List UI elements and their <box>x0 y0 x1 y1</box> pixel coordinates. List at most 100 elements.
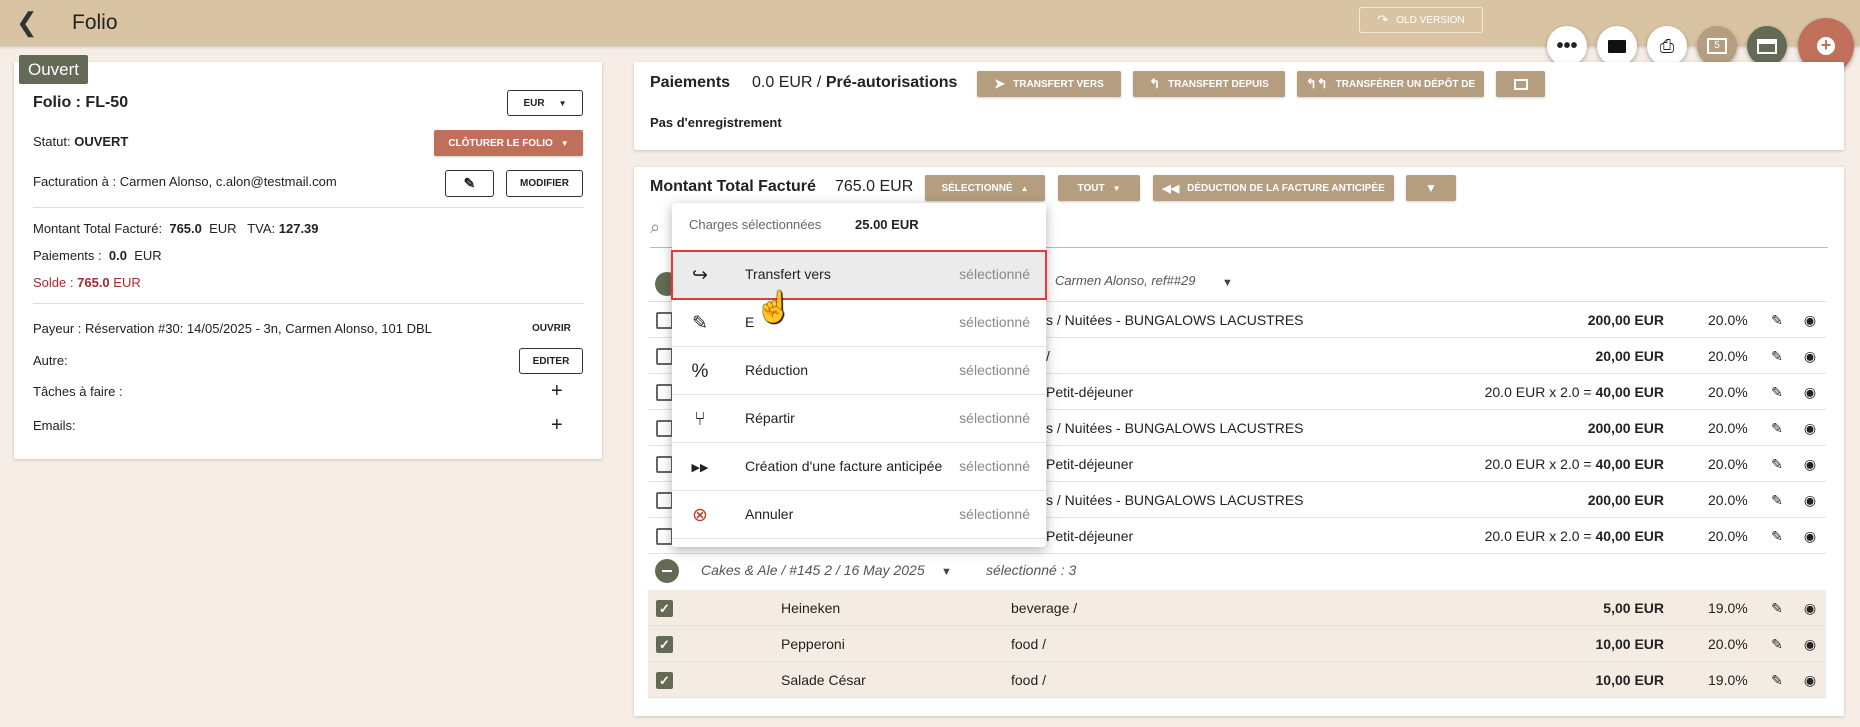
emails-label: Emails: <box>33 418 76 433</box>
add-task-icon[interactable]: + <box>551 380 563 403</box>
other-label: Autre: <box>33 353 68 368</box>
eye-icon[interactable]: ◉ <box>1801 491 1819 509</box>
row-name: Salade César <box>781 672 866 688</box>
pencil-icon[interactable]: ✎ <box>1768 671 1786 689</box>
menu-item[interactable]: % Réduction sélectionné <box>672 347 1046 395</box>
more-dots-icon: ••• <box>1556 34 1578 57</box>
pencil-icon: ✎ <box>463 175 476 191</box>
table-row[interactable]: ✓ Heineken beverage / 5,00 EUR 19.0% ✎ ◉ <box>648 590 1826 626</box>
printer-icon: ⎙ <box>1659 35 1675 56</box>
pencil-icon[interactable]: ✎ <box>1768 491 1786 509</box>
transfer-deposit-button[interactable]: ↰↰ TRANSFÉRER UN DÉPÔT DE <box>1297 71 1484 97</box>
row-description: s / Nuitées - BUNGALOWS LACUSTRES <box>1046 420 1304 436</box>
open-reservation-link[interactable]: OUVRIR <box>532 323 571 334</box>
menu-item-label: Annuler <box>745 506 794 522</box>
row-checkbox[interactable] <box>656 312 673 329</box>
row-checkbox-checked[interactable]: ✓ <box>656 636 673 653</box>
filter-icon: ▼ <box>1425 181 1437 195</box>
pencil-icon[interactable]: ✎ <box>1768 383 1786 401</box>
eye-icon[interactable]: ◉ <box>1801 635 1819 653</box>
row-calc: 200,00 EUR <box>1587 492 1664 508</box>
currency-select[interactable]: EUR ▼ <box>507 90 583 116</box>
row-checkbox[interactable] <box>656 456 673 473</box>
pencil-icon[interactable]: ✎ <box>1768 527 1786 545</box>
row-checkbox[interactable] <box>656 492 673 509</box>
row-checkbox[interactable] <box>656 528 673 545</box>
row-calc: 20.0 EUR x 2.0 = 40,00 EUR <box>1484 384 1664 400</box>
row-tax: 20.0% <box>1708 420 1748 436</box>
row-amount: 10,00 EUR <box>1595 636 1664 652</box>
menu-item[interactable]: ▶▶ Création d'une facture anticipée séle… <box>672 443 1046 491</box>
pencil-icon[interactable]: ✎ <box>1768 419 1786 437</box>
close-folio-button[interactable]: CLÔTURER LE FOLIO ▼ <box>434 130 583 156</box>
row-category: beverage / <box>1011 600 1078 616</box>
modify-billing-button[interactable]: MODIFIER <box>506 170 583 197</box>
group-filter-icon[interactable]: ▼ <box>941 566 952 578</box>
search-icon[interactable]: ⌕ <box>650 217 660 238</box>
fast-forward-icon: ▶▶ <box>691 462 709 474</box>
payment-card-button[interactable] <box>1747 26 1787 66</box>
email-button[interactable] <box>1597 26 1637 66</box>
group-filter-icon[interactable]: ▼ <box>1222 277 1233 289</box>
edit-billing-button[interactable]: ✎ <box>445 170 494 197</box>
pencil-icon[interactable]: ✎ <box>1768 635 1786 653</box>
gift-card-button[interactable] <box>1496 71 1545 97</box>
pencil-icon[interactable]: ✎ <box>1768 455 1786 473</box>
row-tax: 19.0% <box>1708 600 1748 616</box>
menu-item[interactable]: ⑂ Répartir sélectionné <box>672 395 1046 443</box>
row-amount: 10,00 EUR <box>1595 672 1664 688</box>
balance-line: Solde : 765.0 EUR <box>33 275 141 290</box>
calendar-button[interactable]: 5 <box>1697 26 1737 66</box>
row-checkbox[interactable] <box>656 384 673 401</box>
eye-icon[interactable]: ◉ <box>1801 671 1819 689</box>
eye-icon[interactable]: ◉ <box>1801 347 1819 365</box>
print-button[interactable]: ⎙ <box>1647 26 1687 66</box>
row-tax: 20.0% <box>1708 348 1748 364</box>
filter-button[interactable]: ▼ <box>1406 175 1456 201</box>
table-row[interactable]: ✓ Pepperoni food / 10,00 EUR 20.0% ✎ ◉ <box>648 626 1826 662</box>
more-actions-button[interactable]: ••• <box>1547 26 1587 66</box>
charges-amount: 765.0 EUR <box>835 178 914 195</box>
eye-icon[interactable]: ◉ <box>1801 419 1819 437</box>
add-email-icon[interactable]: + <box>551 414 563 437</box>
eye-icon[interactable]: ◉ <box>1801 383 1819 401</box>
row-checkbox[interactable] <box>656 420 673 437</box>
all-dropdown-button[interactable]: TOUT ▼ <box>1058 175 1140 201</box>
menu-item-status: sélectionné <box>959 266 1030 282</box>
old-version-button[interactable]: ↷ OLD VERSION <box>1359 7 1483 33</box>
selected-actions-menu: Charges sélectionnées 25.00 EUR ↪ Transf… <box>671 203 1047 547</box>
eye-icon[interactable]: ◉ <box>1801 455 1819 473</box>
row-checkbox[interactable] <box>656 348 673 365</box>
menu-item[interactable]: ↪ Transfert vers sélectionné <box>671 250 1047 300</box>
pencil-icon[interactable]: ✎ <box>1768 599 1786 617</box>
eye-icon[interactable]: ◉ <box>1801 599 1819 617</box>
collapse-group-icon[interactable] <box>655 559 679 583</box>
row-name: Heineken <box>781 600 841 616</box>
caret-up-icon: ▲ <box>1020 183 1029 193</box>
edit-other-button[interactable]: EDITER <box>519 348 583 374</box>
row-checkbox-checked[interactable]: ✓ <box>656 672 673 689</box>
menu-item-status: sélectionné <box>959 506 1030 522</box>
pencil-icon[interactable]: ✎ <box>1768 311 1786 329</box>
back-arrow-icon[interactable]: ❮ <box>16 9 44 37</box>
eye-icon[interactable]: ◉ <box>1801 311 1819 329</box>
advance-invoice-deduction-button[interactable]: ◀◀ DÉDUCTION DE LA FACTURE ANTICIPÉE <box>1153 175 1394 201</box>
menu-item-status: sélectionné <box>959 362 1030 378</box>
menu-item-label: Création d'une facture anticipée <box>745 458 943 474</box>
group-label: Carmen Alonso, ref##29 <box>1055 273 1196 288</box>
transfer-from-button[interactable]: ↰ TRANSFERT DEPUIS <box>1133 71 1285 97</box>
send-icon: ➤ <box>994 76 1006 91</box>
table-row[interactable]: ✓ Salade César food / 10,00 EUR 19.0% ✎ … <box>648 662 1826 698</box>
row-tax: 20.0% <box>1708 528 1748 544</box>
row-name: Pepperoni <box>781 636 845 652</box>
selected-dropdown-button[interactable]: SÉLECTIONNÉ ▲ <box>925 175 1045 201</box>
row-checkbox-checked[interactable]: ✓ <box>656 600 673 617</box>
eye-icon[interactable]: ◉ <box>1801 527 1819 545</box>
menu-item[interactable]: ⊗ Annuler sélectionné <box>672 491 1046 539</box>
transfer-to-button[interactable]: ➤ TRANSFERT VERS <box>977 71 1121 97</box>
pencil-icon[interactable]: ✎ <box>1768 347 1786 365</box>
row-description: / <box>1046 348 1050 364</box>
menu-item[interactable]: ✎ E sélectionné <box>672 299 1046 347</box>
payments-line: Paiements : 0.0 EUR <box>33 248 162 263</box>
folio-title: Folio : FL-50 <box>33 94 129 111</box>
